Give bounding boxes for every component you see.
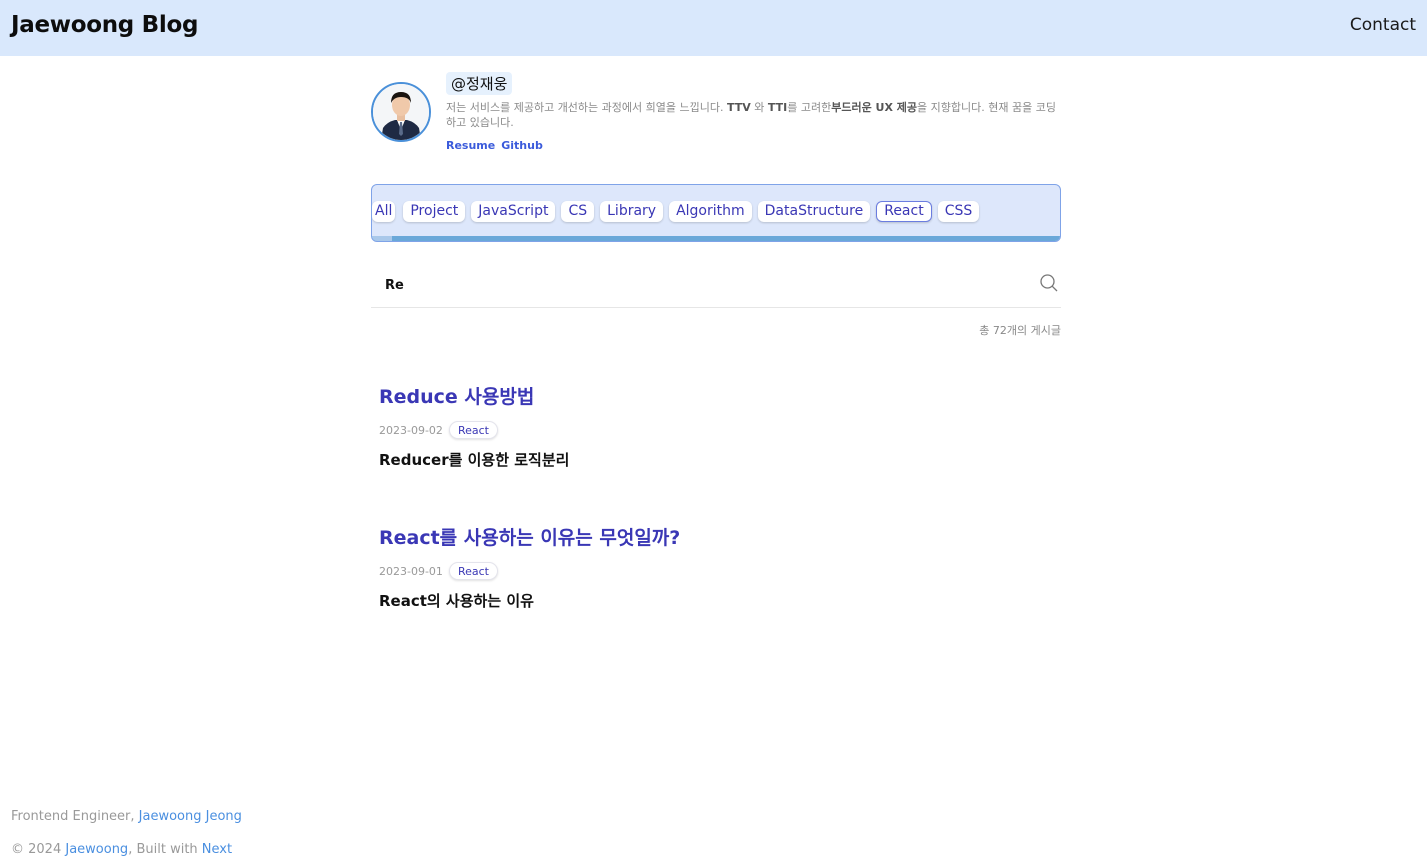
bio-emphasis: TTI [767, 101, 788, 114]
footer-credit: Frontend Engineer, Jaewoong Jeong [11, 809, 242, 824]
category-list: All Project JavaScript CS Library Algorithm Da… [372, 201, 985, 223]
category-chip-library[interactable]: Library [600, 201, 664, 222]
profile-bio: 저는 서비스를 제공하고 개선하는 과정에서 희열을 느낍니다. TTV 와 T… [446, 100, 1056, 130]
bio-emphasis: 부드러운 UX 제공 [831, 101, 918, 114]
footer-home-link[interactable]: Jaewoong [65, 842, 128, 857]
search-icon[interactable] [1039, 273, 1059, 297]
bio-emphasis: TTV [726, 101, 751, 114]
github-link[interactable]: Github [501, 139, 543, 152]
footer-text: © 2024 [11, 842, 66, 857]
post-description: React의 사용하는 이유 [379, 592, 534, 610]
search-input[interactable] [385, 274, 1025, 296]
post-title[interactable]: Reduce 사용방법 [379, 382, 1059, 409]
avatar-portrait-icon [373, 84, 429, 140]
category-chip-react[interactable]: React [876, 201, 932, 222]
search-bar [371, 262, 1061, 308]
scrollbar-track-start [372, 236, 392, 241]
post-description: Reducer를 이용한 로직분리 [379, 451, 570, 469]
post-tag[interactable]: React [448, 562, 498, 580]
avatar [371, 82, 431, 142]
top-nav-bar: Jaewoong Blog Contact [0, 0, 1427, 56]
category-chip-cs[interactable]: CS [561, 201, 595, 222]
footer-next-link[interactable]: Next [202, 842, 232, 857]
footer-text: Frontend Engineer, [11, 809, 139, 824]
bio-text: 저는 서비스를 제공하고 개선하는 과정에서 희열을 느낍니다. [446, 101, 727, 114]
profile-links: Resume Github [446, 139, 549, 152]
post-date: 2023-09-02 [379, 423, 443, 437]
profile-card: @정재웅 저는 서비스를 제공하고 개선하는 과정에서 희열을 느낍니다. TT… [371, 70, 1061, 165]
footer-text: , Built with [128, 842, 202, 857]
post-item: React를 사용하는 이유는 무엇일까? 2023-09-01 React Re… [379, 523, 1059, 611]
category-chip-css[interactable]: CSS [937, 201, 980, 222]
contact-link[interactable]: Contact [1350, 15, 1416, 35]
category-filter: All Project JavaScript CS Library Algorithm Da… [371, 184, 1061, 242]
category-chip-javascript[interactable]: JavaScript [471, 201, 556, 222]
profile-handle: @정재웅 [446, 72, 513, 95]
footer-copyright: © 2024 Jaewoong, Built with Next [11, 842, 232, 857]
post-date: 2023-09-01 [379, 564, 443, 578]
horizontal-scrollbar[interactable] [372, 236, 1060, 241]
category-chip-all[interactable]: All [372, 201, 396, 222]
bio-text: 와 [750, 101, 768, 114]
post-count: 총 72개의 게시글 [979, 324, 1061, 337]
category-chip-project[interactable]: Project [403, 201, 466, 222]
footer-author-link[interactable]: Jaewoong Jeong [139, 809, 242, 824]
blog-title[interactable]: Jaewoong Blog [11, 12, 198, 38]
post-item: Reduce 사용방법 2023-09-02 React Reducer를 이용한… [379, 382, 1059, 470]
post-meta: 2023-09-01 React [379, 562, 1059, 580]
bio-text: 를 고려한 [787, 101, 832, 114]
post-meta: 2023-09-02 React [379, 421, 1059, 439]
resume-link[interactable]: Resume [446, 139, 495, 152]
category-chip-algorithm[interactable]: Algorithm [669, 201, 752, 222]
category-chip-datastructure[interactable]: DataStructure [757, 201, 871, 222]
post-title[interactable]: React를 사용하는 이유는 무엇일까? [379, 523, 1059, 550]
post-tag[interactable]: React [448, 421, 498, 439]
